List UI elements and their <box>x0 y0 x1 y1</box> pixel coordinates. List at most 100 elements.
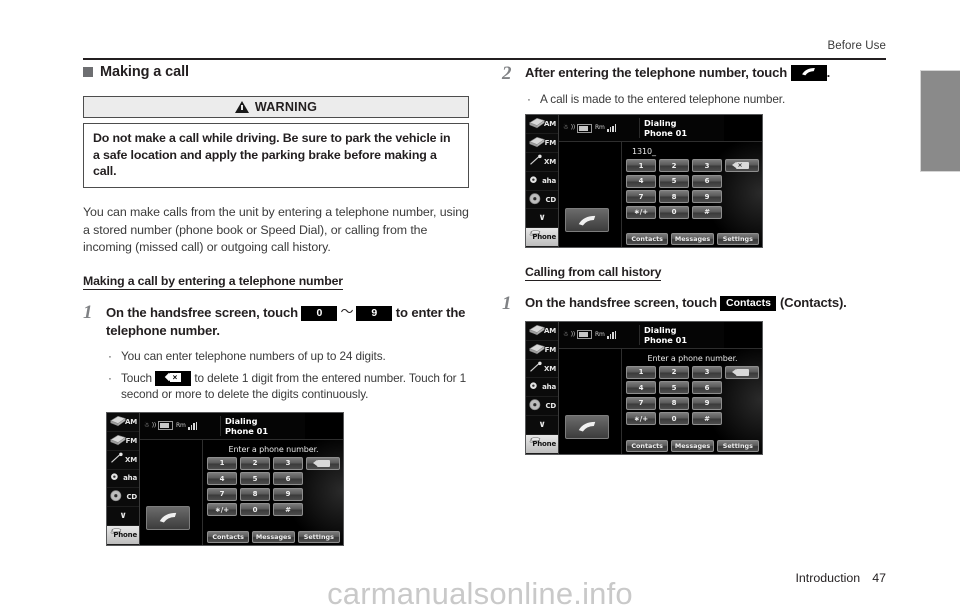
rail-item-more[interactable]: ∨ <box>526 209 558 229</box>
head-unit-titlebar-spacer <box>305 412 343 439</box>
rail-item-xm[interactable]: XM <box>526 360 558 379</box>
key-hash[interactable]: # <box>692 205 722 219</box>
key-delete[interactable] <box>725 365 759 379</box>
tab-contacts[interactable]: Contacts <box>207 530 250 543</box>
key-3[interactable]: 3 <box>692 365 722 379</box>
step-text: On the handsfree screen, touch Contacts … <box>525 294 888 312</box>
rail-label: XM <box>544 157 556 166</box>
sub-heading: Making a call by entering a telephone nu… <box>83 274 343 291</box>
key-star[interactable]: ∗/+ <box>207 503 237 517</box>
head-unit-titlebar-spacer <box>724 321 762 348</box>
key-4[interactable]: 4 <box>626 381 656 395</box>
backspace-icon <box>312 459 330 467</box>
rail-item-fm[interactable]: FM <box>526 341 558 360</box>
key-9[interactable]: 9 <box>692 396 722 410</box>
chevron-down-icon: ∨ <box>119 511 127 522</box>
rail-item-phone[interactable]: Phone <box>526 228 558 248</box>
key-5[interactable]: 5 <box>240 472 270 486</box>
key-1[interactable]: 1 <box>626 159 656 173</box>
step2-bullets: · A call is made to the entered telephon… <box>525 91 888 108</box>
key-8[interactable]: 8 <box>240 487 270 501</box>
key-9[interactable]: 9 <box>273 487 303 501</box>
rail-item-aha[interactable]: aha <box>526 172 558 191</box>
rail-item-am[interactable]: AM <box>107 413 139 432</box>
key-0[interactable]: 0 <box>659 205 689 219</box>
key-8[interactable]: 8 <box>659 190 689 204</box>
call-button[interactable] <box>565 414 609 439</box>
key-star[interactable]: ∗/+ <box>626 412 656 426</box>
head-unit-bottom-tabs: Contacts Messages Settings <box>207 530 340 543</box>
head-unit-title: Dialing Phone 01 <box>639 324 724 345</box>
tab-messages[interactable]: Messages <box>252 530 295 543</box>
key-6[interactable]: 6 <box>273 472 303 486</box>
key-5[interactable]: 5 <box>659 381 689 395</box>
tab-settings[interactable]: Settings <box>297 530 340 543</box>
key-9[interactable]: 9 <box>692 190 722 204</box>
head-unit-main: ☃ ‪)) Rm Dialing Phone 01 <box>559 321 762 454</box>
rail-item-am[interactable]: AM <box>526 115 558 135</box>
backspace-x-glyph: × <box>172 372 178 382</box>
key-6[interactable]: 6 <box>692 381 722 395</box>
square-bullet-icon <box>83 67 93 77</box>
key-7[interactable]: 7 <box>626 396 656 410</box>
key-5[interactable]: 5 <box>659 174 689 188</box>
key-2[interactable]: 2 <box>659 159 689 173</box>
sound-icon: ‪)) <box>151 421 157 429</box>
radio-icon <box>529 137 545 148</box>
rail-item-fm[interactable]: FM <box>526 134 558 153</box>
tab-messages[interactable]: Messages <box>671 439 714 452</box>
rail-item-phone[interactable]: Phone <box>107 526 139 545</box>
step-text: On the handsfree screen, touch 0 〜 9 to en… <box>106 303 469 339</box>
rail-item-xm[interactable]: XM <box>526 153 558 172</box>
rail-item-more[interactable]: ∨ <box>526 416 558 436</box>
key-star[interactable]: ∗/+ <box>626 205 656 219</box>
key-2[interactable]: 2 <box>240 456 270 470</box>
key-1[interactable]: 1 <box>207 456 237 470</box>
key-delete[interactable]: × <box>725 159 759 173</box>
head-unit-status-icons: ☃ ‪)) Rm <box>559 330 639 340</box>
head-unit-title-line2: Phone 01 <box>644 334 688 345</box>
key-3[interactable]: 3 <box>273 456 303 470</box>
signal-icon <box>607 124 617 133</box>
rail-item-aha[interactable]: aha <box>107 470 139 489</box>
rail-item-aha[interactable]: aha <box>526 378 558 398</box>
key-hash[interactable]: # <box>273 503 303 517</box>
rail-item-cd[interactable]: CD <box>107 488 139 508</box>
tab-contacts[interactable]: Contacts <box>626 439 669 452</box>
key-0[interactable]: 0 <box>240 503 270 517</box>
key-8[interactable]: 8 <box>659 396 689 410</box>
rail-item-fm[interactable]: FM <box>107 432 139 451</box>
call-button[interactable] <box>565 208 609 233</box>
key-4[interactable]: 4 <box>207 472 237 486</box>
key-delete[interactable] <box>306 456 340 470</box>
rail-item-am[interactable]: AM <box>526 322 558 341</box>
key-4[interactable]: 4 <box>626 174 656 188</box>
rail-item-more[interactable]: ∨ <box>107 507 139 527</box>
key-7[interactable]: 7 <box>207 487 237 501</box>
rail-item-phone[interactable]: Phone <box>526 435 558 454</box>
key-3[interactable]: 3 <box>692 159 722 173</box>
key-1[interactable]: 1 <box>626 365 656 379</box>
key-6[interactable]: 6 <box>692 174 722 188</box>
handset-icon <box>159 513 177 523</box>
chevron-down-icon: ∨ <box>538 213 546 224</box>
head-unit-titlebar: ☃ ‪)) Rm Dialing Phone 01 <box>559 321 762 349</box>
head-unit-title-line2: Phone 01 <box>644 128 688 139</box>
head-unit-keypad-pane: Enter a phone number. 1 2 3 4 5 6 7 8 9 … <box>203 440 343 545</box>
tab-settings[interactable]: Settings <box>716 233 759 246</box>
key-2[interactable]: 2 <box>659 365 689 379</box>
dialed-number-display: 1310_ <box>632 147 656 157</box>
tab-messages[interactable]: Messages <box>671 233 714 246</box>
key-0[interactable]: 0 <box>659 412 689 426</box>
tab-settings[interactable]: Settings <box>716 439 759 452</box>
rail-label: CD <box>545 402 556 411</box>
rail-item-cd[interactable]: CD <box>526 397 558 417</box>
rail-item-cd[interactable]: CD <box>526 191 558 210</box>
key-7[interactable]: 7 <box>626 190 656 204</box>
tab-contacts[interactable]: Contacts <box>626 233 669 246</box>
rail-label: Phone <box>532 233 556 242</box>
rail-item-xm[interactable]: XM <box>107 451 139 470</box>
radio-icon <box>110 434 126 446</box>
key-hash[interactable]: # <box>692 412 722 426</box>
call-button[interactable] <box>146 505 190 530</box>
